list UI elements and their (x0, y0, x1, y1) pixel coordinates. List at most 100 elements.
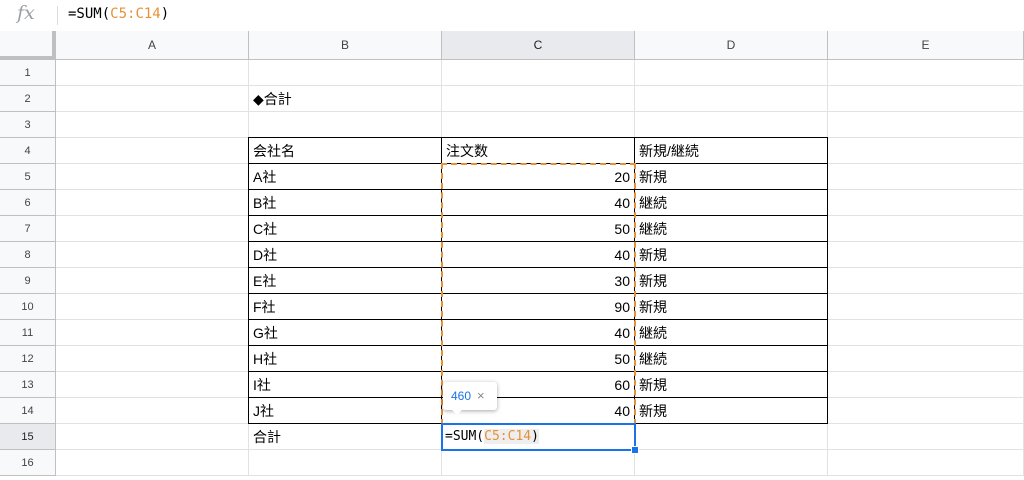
table-cell-company[interactable]: C社 (249, 216, 442, 242)
cell[interactable] (442, 450, 635, 476)
active-cell-editor[interactable]: =SUM(C5:C14) (441, 423, 636, 451)
cell[interactable] (56, 372, 249, 398)
row-header-4[interactable]: 4 (0, 138, 56, 164)
table-cell-orders[interactable]: 50 (442, 216, 635, 242)
column-header-d[interactable]: D (635, 31, 828, 60)
table-cell-orders[interactable]: 40 (442, 320, 635, 346)
table-cell-company[interactable]: I社 (249, 372, 442, 398)
cell[interactable] (828, 320, 1024, 346)
cell[interactable] (56, 60, 249, 86)
row-header-5[interactable]: 5 (0, 164, 56, 190)
table-cell-company[interactable]: G社 (249, 320, 442, 346)
cell[interactable] (828, 450, 1024, 476)
table-header[interactable]: 注文数 (442, 138, 635, 164)
total-label[interactable]: 合計 (249, 424, 442, 450)
cell[interactable] (56, 112, 249, 138)
row-header-9[interactable]: 9 (0, 268, 56, 294)
cell[interactable] (635, 424, 828, 450)
column-header-c[interactable]: C (442, 31, 635, 60)
cell[interactable] (828, 424, 1024, 450)
table-cell-type[interactable]: 継続 (635, 346, 828, 372)
table-header[interactable]: 新規/継続 (635, 138, 828, 164)
formula-input[interactable]: =SUM(C5:C14) (68, 6, 169, 22)
table-cell-type[interactable]: 新規 (635, 372, 828, 398)
table-cell-type[interactable]: 新規 (635, 398, 828, 424)
cell[interactable] (828, 138, 1024, 164)
row-header-15[interactable]: 15 (0, 424, 56, 450)
cell[interactable] (56, 424, 249, 450)
select-all-corner[interactable] (0, 31, 56, 60)
row-header-1[interactable]: 1 (0, 60, 56, 86)
cell[interactable] (56, 86, 249, 112)
cell[interactable] (635, 86, 828, 112)
cell[interactable] (828, 398, 1024, 424)
row-header-3[interactable]: 3 (0, 112, 56, 138)
table-header[interactable]: 会社名 (249, 138, 442, 164)
table-cell-orders[interactable]: 40 (442, 190, 635, 216)
table-cell-orders[interactable]: 90 (442, 294, 635, 320)
cell[interactable] (828, 164, 1024, 190)
cell[interactable] (635, 112, 828, 138)
cell[interactable] (828, 60, 1024, 86)
column-header-a[interactable]: A (56, 31, 249, 60)
cell[interactable] (828, 268, 1024, 294)
cell[interactable] (56, 138, 249, 164)
table-cell-company[interactable]: H社 (249, 346, 442, 372)
cell[interactable] (249, 450, 442, 476)
row-header-13[interactable]: 13 (0, 372, 56, 398)
row-header-10[interactable]: 10 (0, 294, 56, 320)
fill-handle[interactable] (631, 446, 639, 454)
cell[interactable] (249, 112, 442, 138)
cell[interactable] (56, 164, 249, 190)
cell[interactable] (828, 86, 1024, 112)
cell[interactable] (828, 112, 1024, 138)
row-header-8[interactable]: 8 (0, 242, 56, 268)
cell[interactable] (442, 86, 635, 112)
table-cell-company[interactable]: A社 (249, 164, 442, 190)
cell[interactable] (828, 216, 1024, 242)
table-cell-type[interactable]: 継続 (635, 216, 828, 242)
cell[interactable] (56, 450, 249, 476)
table-cell-company[interactable]: F社 (249, 294, 442, 320)
table-cell-company[interactable]: B社 (249, 190, 442, 216)
cell[interactable] (56, 190, 249, 216)
cell[interactable] (56, 320, 249, 346)
cell[interactable] (56, 216, 249, 242)
cell[interactable] (56, 268, 249, 294)
table-cell-type[interactable]: 継続 (635, 190, 828, 216)
cell[interactable] (56, 294, 249, 320)
cell[interactable] (442, 60, 635, 86)
row-header-16[interactable]: 16 (0, 450, 56, 476)
table-cell-company[interactable]: D社 (249, 242, 442, 268)
row-header-14[interactable]: 14 (0, 398, 56, 424)
table-cell-type[interactable]: 新規 (635, 294, 828, 320)
row-header-11[interactable]: 11 (0, 320, 56, 346)
table-cell-orders[interactable]: 20 (442, 164, 635, 190)
sheet-title[interactable]: ◆合計 (249, 86, 442, 112)
close-icon[interactable]: × (477, 388, 485, 403)
table-cell-type[interactable]: 新規 (635, 242, 828, 268)
row-header-2[interactable]: 2 (0, 86, 56, 112)
cell[interactable] (56, 242, 249, 268)
table-cell-orders[interactable]: 40 (442, 242, 635, 268)
cell[interactable] (828, 190, 1024, 216)
table-cell-type[interactable]: 新規 (635, 268, 828, 294)
cell[interactable] (442, 112, 635, 138)
row-header-6[interactable]: 6 (0, 190, 56, 216)
column-header-e[interactable]: E (828, 31, 1024, 60)
table-cell-type[interactable]: 新規 (635, 164, 828, 190)
cell[interactable] (828, 346, 1024, 372)
cell[interactable] (635, 60, 828, 86)
cell[interactable] (828, 372, 1024, 398)
cell[interactable] (828, 294, 1024, 320)
table-cell-orders[interactable]: 30 (442, 268, 635, 294)
cell[interactable] (56, 398, 249, 424)
row-header-7[interactable]: 7 (0, 216, 56, 242)
cell[interactable] (249, 60, 442, 86)
row-header-12[interactable]: 12 (0, 346, 56, 372)
column-header-b[interactable]: B (249, 31, 442, 60)
table-cell-company[interactable]: J社 (249, 398, 442, 424)
table-cell-orders[interactable]: 50 (442, 346, 635, 372)
cell[interactable] (828, 242, 1024, 268)
cell[interactable] (635, 450, 828, 476)
